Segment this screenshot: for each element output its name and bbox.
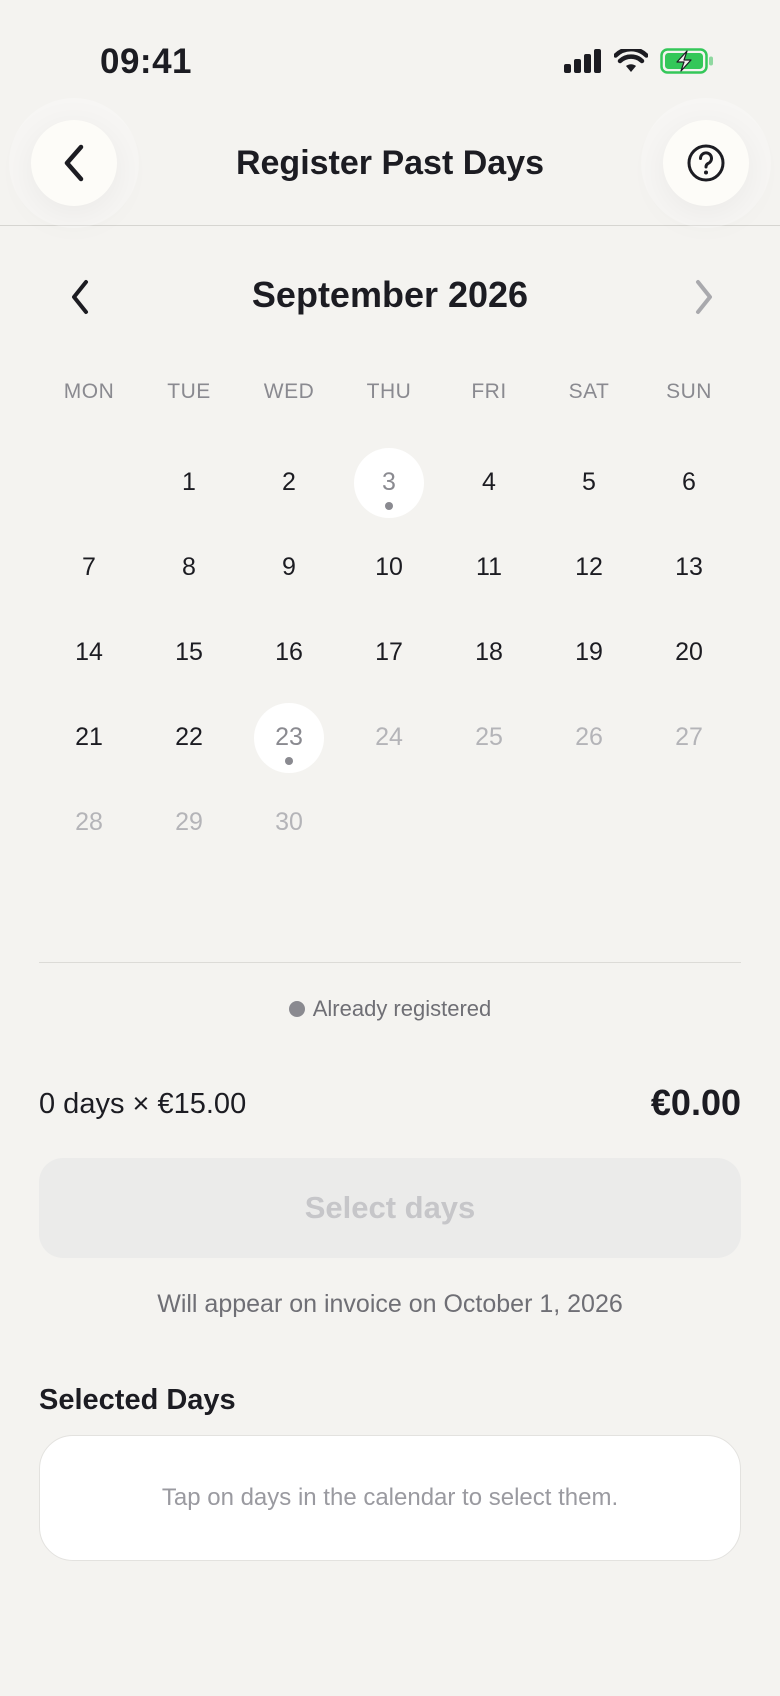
selected-days-empty-card: Tap on days in the calendar to select th…: [39, 1435, 741, 1561]
calendar-day-19[interactable]: 19: [539, 610, 639, 695]
calendar-day-13[interactable]: 13: [639, 525, 739, 610]
navigation-bar: Register Past Days: [0, 120, 780, 226]
battery-charging-icon: [660, 48, 713, 74]
calendar-grid: 1 2 3 4 5 6 7 8 9 10 11 12 13 14 15 16 17 18 19 20 21 22 23 24 2…: [39, 440, 739, 865]
day-number: 3: [382, 468, 396, 496]
calendar-day-14[interactable]: 14: [39, 610, 139, 695]
day-number: 29: [175, 808, 203, 836]
legend-label: Already registered: [312, 996, 492, 1021]
registered-dot-icon: [285, 757, 293, 765]
calendar-day-12[interactable]: 12: [539, 525, 639, 610]
calendar-day-8[interactable]: 8: [139, 525, 239, 610]
day-number: 6: [682, 468, 696, 496]
registered-dot-icon: [288, 1001, 305, 1017]
day-number: 23: [275, 723, 303, 751]
calendar-day-5[interactable]: 5: [539, 440, 639, 525]
day-number: 22: [175, 723, 203, 751]
weekday-label: TUE: [167, 380, 211, 403]
day-number: 12: [575, 553, 603, 581]
calendar-day-6[interactable]: 6: [639, 440, 739, 525]
calendar-day-28: 28: [39, 780, 139, 865]
day-number: 16: [275, 638, 303, 666]
day-number: 21: [75, 723, 103, 751]
weekday-label: MON: [63, 380, 115, 403]
weekday-header: MON TUE WED THU FRI SAT SUN: [39, 380, 739, 404]
calendar-day-30: 30: [239, 780, 339, 865]
signal-icon: [564, 49, 601, 73]
calendar-day-10[interactable]: 10: [339, 525, 439, 610]
divider: [39, 962, 741, 963]
wifi-icon: [614, 49, 648, 72]
day-number: 25: [475, 723, 503, 751]
calendar-day-27: 27: [639, 695, 739, 780]
calendar-day-1[interactable]: 1: [139, 440, 239, 525]
day-number: 4: [482, 468, 496, 496]
calendar-day-11[interactable]: 11: [439, 525, 539, 610]
status-time: 09:41: [100, 42, 193, 81]
weekday-label: WED: [263, 380, 315, 403]
calendar-day-15[interactable]: 15: [139, 610, 239, 695]
day-number: 14: [75, 638, 103, 666]
month-navigation: September 2026: [0, 262, 780, 332]
calendar-day-22[interactable]: 22: [139, 695, 239, 780]
day-number: 13: [675, 553, 703, 581]
calendar-day-26: 26: [539, 695, 639, 780]
price-calculation: 0 days × €15.00: [39, 1088, 247, 1120]
day-number: 5: [582, 468, 596, 496]
calendar-day-29: 29: [139, 780, 239, 865]
next-month-button[interactable]: [684, 274, 724, 320]
calendar-day-20[interactable]: 20: [639, 610, 739, 695]
calendar-day-16[interactable]: 16: [239, 610, 339, 695]
calendar-day-18[interactable]: 18: [439, 610, 539, 695]
day-number: 8: [182, 553, 196, 581]
calendar-day-4[interactable]: 4: [439, 440, 539, 525]
calendar-day-17[interactable]: 17: [339, 610, 439, 695]
calendar-day-9[interactable]: 9: [239, 525, 339, 610]
weekday-label: SUN: [666, 380, 712, 403]
day-number: 27: [675, 723, 703, 751]
calendar-day-2[interactable]: 2: [239, 440, 339, 525]
day-number: 18: [475, 638, 503, 666]
help-button[interactable]: [663, 120, 749, 206]
calendar-day-21[interactable]: 21: [39, 695, 139, 780]
day-number: 30: [275, 808, 303, 836]
day-number: 10: [375, 553, 403, 581]
day-number: 2: [282, 468, 296, 496]
legend: Already registered: [0, 996, 780, 1022]
status-bar: 09:41: [0, 0, 780, 120]
day-number: 20: [675, 638, 703, 666]
day-number: 1: [182, 468, 196, 496]
calendar-empty-cell: [39, 440, 139, 525]
weekday-label: THU: [366, 380, 412, 403]
month-title: September 2026: [251, 274, 529, 315]
calendar-day-24: 24: [339, 695, 439, 780]
day-number: 15: [175, 638, 203, 666]
selected-days-empty-text: Tap on days in the calendar to select th…: [161, 1484, 619, 1511]
registered-dot-icon: [385, 502, 393, 510]
chevron-right-icon: [696, 280, 712, 314]
day-number: 28: [75, 808, 103, 836]
day-number: 26: [575, 723, 603, 751]
calendar-day-7[interactable]: 7: [39, 525, 139, 610]
status-icons: [564, 48, 714, 74]
calendar-day-25: 25: [439, 695, 539, 780]
invoice-note: Will appear on invoice on October 1, 202…: [157, 1290, 623, 1318]
select-days-button[interactable]: Select days: [39, 1158, 741, 1258]
selected-days-title: Selected Days: [39, 1384, 236, 1416]
weekday-label: FRI: [471, 380, 507, 403]
price-total: €0.00: [650, 1082, 741, 1123]
price-summary: 0 days × €15.00 €0.00: [39, 1082, 741, 1132]
day-number: 19: [575, 638, 603, 666]
day-number: 9: [282, 553, 296, 581]
calendar-day-3: 3: [339, 440, 439, 525]
day-number: 11: [476, 553, 502, 581]
question-circle-icon: [687, 144, 725, 182]
day-number: 24: [375, 723, 403, 751]
day-number: 17: [375, 638, 403, 666]
day-number: 7: [82, 553, 96, 581]
weekday-label: SAT: [568, 380, 610, 403]
calendar-day-23: 23: [239, 695, 339, 780]
